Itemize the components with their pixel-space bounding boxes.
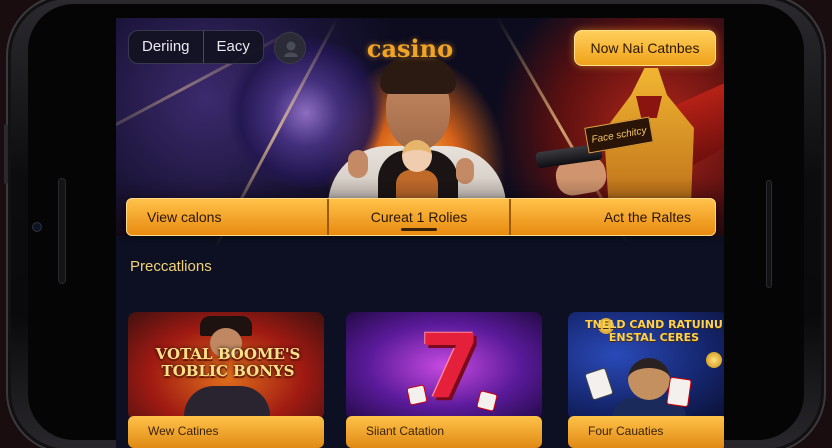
- character-face: [628, 358, 670, 400]
- section-title: Preccatlions: [130, 258, 212, 275]
- tab-left[interactable]: Deriing: [129, 31, 203, 63]
- cta-button[interactable]: Now Nai Catnbes: [574, 30, 716, 66]
- nav-item-cureat-rolies[interactable]: Cureat 1 Rolies: [327, 199, 509, 235]
- card-label[interactable]: Wew Catines: [128, 416, 324, 448]
- nav-bar: View calons Cureat 1 Rolies Act the Ralt…: [126, 198, 716, 236]
- tab-right[interactable]: Eacy: [204, 31, 263, 63]
- game-card[interactable]: TNELD CAND RATUINU ENSTAL CERES: [568, 312, 724, 420]
- app-screen: Face schitcy Deriing Eacy casino Now Nai…: [116, 18, 724, 448]
- front-camera: [32, 222, 42, 232]
- host-hand: [348, 150, 368, 178]
- game-card[interactable]: VOTAL BOOME'S TOBLIC BONYS: [128, 312, 324, 420]
- doll-head: [402, 140, 432, 172]
- card-label[interactable]: Four Cauaties: [568, 416, 724, 448]
- hero-banner: Face schitcy Deriing Eacy casino Now Nai…: [116, 18, 724, 249]
- character-body: [184, 386, 270, 420]
- dice-icon: [406, 384, 428, 406]
- nav-item-act-the-raltes[interactable]: Act the Raltes: [509, 199, 715, 235]
- card-icon: [666, 376, 692, 408]
- card-label[interactable]: Siiant Catation: [346, 416, 542, 448]
- side-sensor: [766, 180, 772, 288]
- speaker-grille: [58, 178, 66, 284]
- game-card[interactable]: 7: [346, 312, 542, 420]
- card-art-title: VOTAL BOOME'S TOBLIC BONYS: [155, 345, 301, 380]
- nav-item-view-calons[interactable]: View calons: [127, 199, 327, 235]
- coin-icon: [706, 352, 722, 368]
- volume-button: [4, 124, 8, 184]
- user-icon: [284, 41, 298, 57]
- mode-toggle[interactable]: Deriing Eacy: [128, 30, 264, 64]
- card-icon: [584, 367, 614, 401]
- host-hair: [380, 58, 456, 94]
- casino-logo: casino: [366, 34, 454, 63]
- card-art-title: TNELD CAND RATUINU ENSTAL CERES: [585, 318, 723, 344]
- profile-button[interactable]: [274, 32, 306, 64]
